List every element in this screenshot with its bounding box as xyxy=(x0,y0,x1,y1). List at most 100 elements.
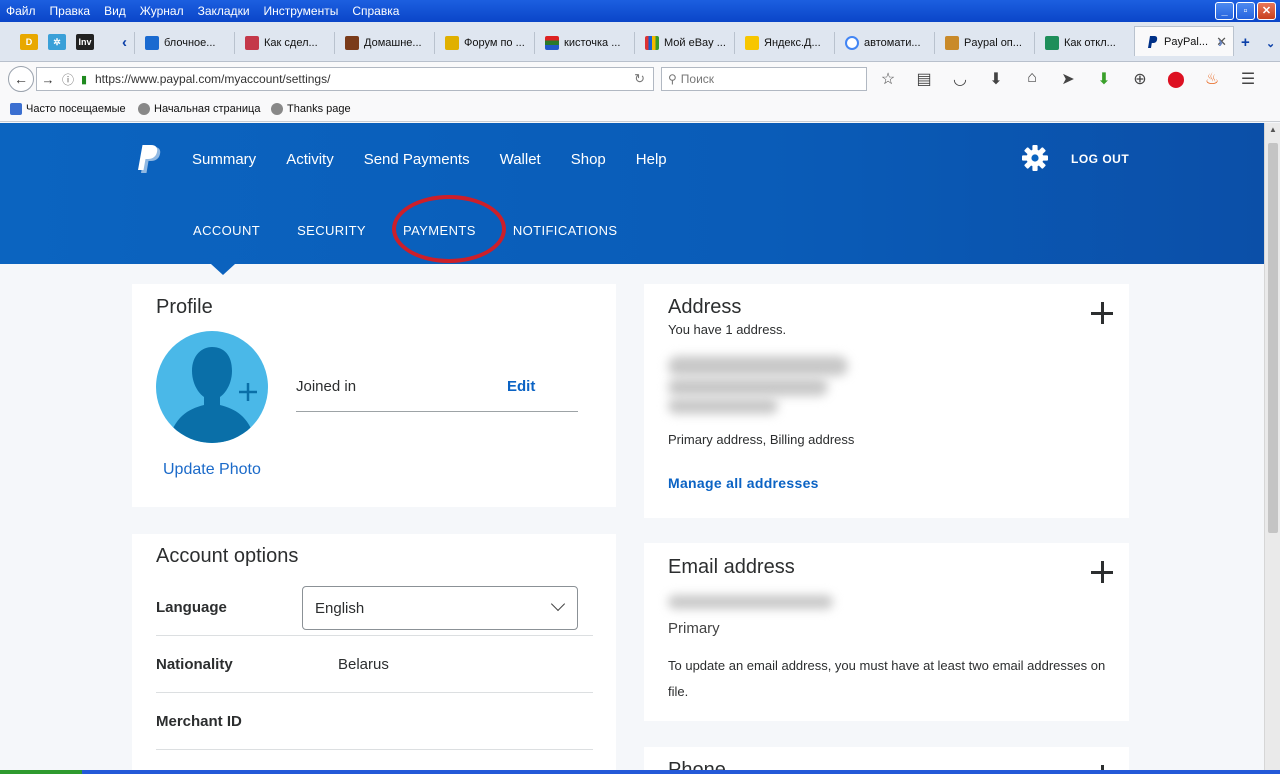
nav-shop[interactable]: Shop xyxy=(571,151,606,168)
tab-3[interactable]: Форум по ... xyxy=(434,32,534,54)
payments-highlight-ring xyxy=(392,195,506,263)
tab-security[interactable]: SECURITY xyxy=(297,223,366,238)
add-email-plus-icon[interactable] xyxy=(1091,561,1113,583)
tabs-scroll-right-icon[interactable]: › xyxy=(1218,34,1223,51)
language-value: English xyxy=(315,599,365,617)
paypal-settings-page: Summary Activity Send Payments Wallet Sh… xyxy=(0,123,1264,774)
reload-icon[interactable]: ↻ xyxy=(634,71,645,87)
search-icon: ⚲ xyxy=(668,72,677,86)
hamburger-menu-icon[interactable]: ☰ xyxy=(1238,69,1258,89)
tab-favicon-arrow xyxy=(145,36,159,50)
globe-icon[interactable]: ⊕ xyxy=(1130,69,1150,89)
address-title: Address xyxy=(668,296,742,318)
nav-bar: ← → ⓘ ▮ https://www.paypal.com/myaccount… xyxy=(0,62,1280,96)
tab-5[interactable]: Мой eBay ... xyxy=(634,32,734,54)
nav-summary[interactable]: Summary xyxy=(192,151,256,168)
reading-list-icon[interactable]: ▤ xyxy=(914,69,934,89)
forward-arrow-icon[interactable]: → xyxy=(37,72,59,87)
add-address-plus-icon[interactable] xyxy=(1091,302,1113,324)
adblock-icon[interactable]: ⬤ xyxy=(1166,69,1186,89)
nav-activity[interactable]: Activity xyxy=(286,151,334,168)
tab-4[interactable]: кисточка ... xyxy=(534,32,634,54)
tab-8[interactable]: Paypal оп... xyxy=(934,32,1034,54)
update-photo-link[interactable]: Update Photo xyxy=(163,461,261,479)
maximize-button[interactable]: ▫ xyxy=(1236,2,1255,20)
active-tab-indicator xyxy=(211,264,235,275)
pinned-tab-snowflake-icon[interactable]: ✲ xyxy=(48,34,66,50)
tab-2[interactable]: Домашне... xyxy=(334,32,434,54)
downloads-icon[interactable]: ⬇ xyxy=(986,69,1006,89)
tab-favicon-home xyxy=(345,36,359,50)
menu-bookmarks[interactable]: Закладки xyxy=(198,4,250,18)
tab-0[interactable]: блочное... xyxy=(134,32,234,54)
account-options-card: Account options Language English Nationa… xyxy=(132,534,616,774)
edit-link[interactable]: Edit xyxy=(507,378,535,395)
manage-addresses-link[interactable]: Manage all addresses xyxy=(668,475,819,491)
joined-divider xyxy=(296,411,578,412)
globe-icon xyxy=(271,103,283,115)
paypal-favicon xyxy=(1148,35,1158,48)
send-icon[interactable]: ➤ xyxy=(1058,69,1078,89)
tab-7[interactable]: автомати... xyxy=(834,32,934,54)
redacted-address-line xyxy=(668,398,778,414)
search-input[interactable]: ⚲ Поиск xyxy=(661,67,867,91)
email-update-note: To update an email address, you must hav… xyxy=(668,658,1106,699)
avatar-icon[interactable] xyxy=(156,331,268,443)
tabs-scroll-left-icon[interactable]: ‹ xyxy=(122,34,127,51)
logout-link[interactable]: LOG OUT xyxy=(1071,152,1129,166)
menu-history[interactable]: Журнал xyxy=(140,4,184,18)
download-helper-icon[interactable]: ⬇ xyxy=(1094,69,1114,89)
tab-list-icon[interactable]: ⌄ xyxy=(1266,37,1275,50)
tab-1[interactable]: Как сдел... xyxy=(234,32,334,54)
tab-label: Как откл... xyxy=(1064,37,1116,49)
menu-help[interactable]: Справка xyxy=(352,4,399,18)
menu-tools[interactable]: Инструменты xyxy=(264,4,339,18)
tab-favicon-google xyxy=(845,36,859,50)
scroll-up-icon[interactable]: ▲ xyxy=(1269,125,1277,134)
tab-account[interactable]: ACCOUNT xyxy=(193,223,260,238)
tab-notifications[interactable]: NOTIFICATIONS xyxy=(513,223,618,238)
minimize-button[interactable]: _ xyxy=(1215,2,1234,20)
tab-label: PayPal... xyxy=(1164,35,1209,48)
fire-addon-icon[interactable]: ♨ xyxy=(1202,69,1222,89)
redacted-address-line xyxy=(668,356,848,376)
new-tab-icon[interactable]: + xyxy=(1241,34,1250,51)
bookmark-most-visited[interactable]: Часто посещаемые xyxy=(10,103,126,115)
nav-help[interactable]: Help xyxy=(636,151,667,168)
page-scrollbar[interactable]: ▲ xyxy=(1264,123,1280,774)
globe-icon xyxy=(138,103,150,115)
language-select[interactable]: English xyxy=(302,586,578,630)
tab-label: Как сдел... xyxy=(264,37,318,49)
gear-icon[interactable] xyxy=(1022,145,1048,171)
pinned-tab-dma-icon[interactable]: D xyxy=(20,34,38,50)
tab-label: Яндекс.Д... xyxy=(764,37,821,49)
url-text[interactable]: https://www.paypal.com/myaccount/setting… xyxy=(95,72,330,86)
menu-file[interactable]: Файл xyxy=(6,4,36,18)
close-window-button[interactable]: ✕ xyxy=(1257,2,1276,20)
tab-6[interactable]: Яндекс.Д... xyxy=(734,32,834,54)
profile-card: Profile Update Photo Joined in Edit xyxy=(132,284,616,507)
divider xyxy=(156,692,593,693)
nav-wallet[interactable]: Wallet xyxy=(500,151,541,168)
profile-title: Profile xyxy=(156,296,213,318)
divider xyxy=(156,749,593,750)
pinned-tab-inv-icon[interactable]: Inv xyxy=(76,34,94,50)
joined-label: Joined in xyxy=(296,378,357,395)
menu-edit[interactable]: Правка xyxy=(50,4,91,18)
bookmark-label: Начальная страница xyxy=(154,103,261,115)
nav-send-payments[interactable]: Send Payments xyxy=(364,151,470,168)
back-arrow-icon[interactable]: ← xyxy=(8,66,34,92)
url-bar[interactable]: → ⓘ ▮ https://www.paypal.com/myaccount/s… xyxy=(36,67,654,91)
paypal-header: Summary Activity Send Payments Wallet Sh… xyxy=(0,123,1264,264)
bookmark-thanks-page[interactable]: Thanks page xyxy=(271,103,351,115)
paypal-logo-icon[interactable] xyxy=(137,145,163,175)
scrollbar-thumb[interactable] xyxy=(1268,143,1278,533)
pocket-icon[interactable]: ◡ xyxy=(950,69,970,89)
bookmark-star-icon[interactable]: ☆ xyxy=(878,69,898,89)
home-icon[interactable]: ⌂ xyxy=(1022,69,1042,89)
info-icon[interactable]: ⓘ xyxy=(59,71,77,88)
menu-view[interactable]: Вид xyxy=(104,4,126,18)
bookmark-label: Thanks page xyxy=(287,103,351,115)
tab-9[interactable]: Как откл... xyxy=(1034,32,1134,54)
bookmark-start-page[interactable]: Начальная страница xyxy=(138,103,260,115)
